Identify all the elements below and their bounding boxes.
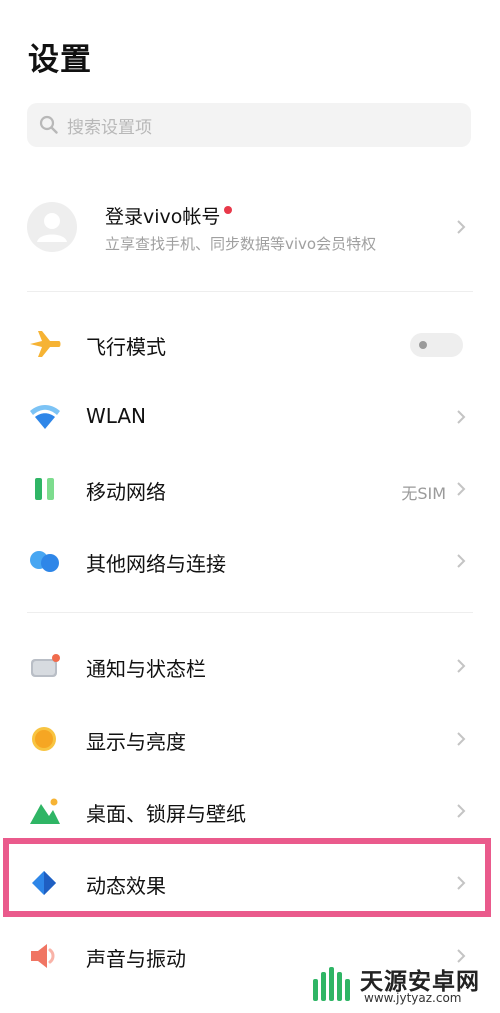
toggle-knob <box>419 341 427 349</box>
settings-item-mobile-network[interactable]: 移动网络 无SIM <box>0 459 500 519</box>
settings-item-label: 通知与状态栏 <box>86 657 206 681</box>
settings-item-label: 移动网络 <box>86 480 166 504</box>
watermark: 天源安卓网 www.jytyaz.com <box>308 960 498 1010</box>
chevron-right-icon <box>457 410 466 424</box>
settings-item-wlan[interactable]: WLAN <box>0 387 500 447</box>
watermark-logo-icon <box>313 967 350 1001</box>
airplane-mode-toggle[interactable] <box>410 333 463 357</box>
settings-item-wallpaper[interactable]: 桌面、锁屏与壁纸 <box>0 781 500 841</box>
brightness-icon <box>32 727 56 751</box>
settings-item-label: 飞行模式 <box>86 335 166 359</box>
account-subtitle: 立享查找手机、同步数据等vivo会员特权 <box>105 235 377 253</box>
wallpaper-icon <box>30 798 60 824</box>
chevron-right-icon <box>457 659 466 673</box>
chevron-right-icon <box>457 804 466 818</box>
settings-item-label: 显示与亮度 <box>86 730 186 754</box>
chevron-right-icon <box>457 554 466 568</box>
chevron-right-icon <box>457 482 466 496</box>
watermark-url: www.jytyaz.com <box>364 991 462 1005</box>
notification-icon <box>31 654 60 677</box>
chevron-right-icon <box>457 220 466 234</box>
chevron-right-icon <box>457 732 466 746</box>
airplane-icon <box>30 331 61 357</box>
connection-icon <box>30 551 59 572</box>
settings-item-notifications[interactable]: 通知与状态栏 <box>0 636 500 696</box>
sim-status: 无SIM <box>401 484 446 503</box>
highlight-box <box>3 838 491 917</box>
settings-item-other-networks[interactable]: 其他网络与连接 <box>0 531 500 591</box>
settings-item-label: 桌面、锁屏与壁纸 <box>86 802 246 826</box>
notification-dot <box>224 206 233 214</box>
settings-item-label: 声音与振动 <box>86 947 186 971</box>
page-title: 设置 <box>28 42 92 78</box>
settings-item-airplane-mode[interactable]: 飞行模式 <box>0 314 500 374</box>
settings-item-label: 其他网络与连接 <box>86 552 226 576</box>
account-title-text: 登录vivo帐号 <box>105 206 221 228</box>
mobile-network-icon <box>35 478 54 500</box>
account-title: 登录vivo帐号 <box>105 202 233 229</box>
settings-item-label: WLAN <box>86 404 147 428</box>
avatar <box>27 202 77 252</box>
search-input[interactable]: 搜索设置项 <box>27 103 471 147</box>
search-icon <box>39 115 58 134</box>
sound-icon <box>31 944 55 968</box>
divider <box>27 291 473 292</box>
settings-item-display[interactable]: 显示与亮度 <box>0 709 500 769</box>
divider <box>27 612 473 613</box>
account-row[interactable]: 登录vivo帐号 立享查找手机、同步数据等vivo会员特权 <box>0 190 500 266</box>
search-placeholder: 搜索设置项 <box>67 117 152 138</box>
wifi-icon <box>30 405 60 429</box>
